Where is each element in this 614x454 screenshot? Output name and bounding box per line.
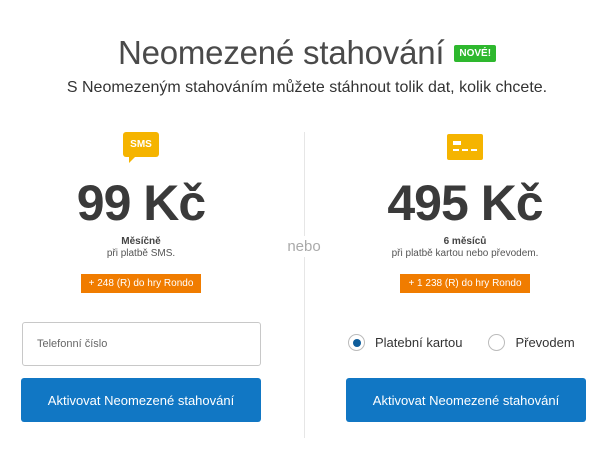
payment-method-options: Platební kartou Převodem — [348, 334, 601, 351]
card-plan: 495 Kč 6 měsíců při platbě kartou nebo p… — [324, 132, 606, 293]
card-price: 495 Kč — [387, 175, 543, 231]
sms-price: 99 Kč — [76, 175, 206, 231]
card-note: při platbě kartou nebo převodem. — [391, 248, 539, 259]
radio-transfer-payment[interactable]: Převodem — [488, 334, 575, 351]
radio-card-payment[interactable]: Platební kartou — [348, 334, 462, 351]
vertical-divider — [304, 132, 305, 438]
sms-plan: SMS 99 Kč Měsíčně při platbě SMS. + 248 … — [0, 132, 282, 293]
page-header: Neomezené stahování NOVÉ! — [0, 34, 614, 72]
or-separator: nebo — [278, 236, 330, 257]
activate-card-button[interactable]: Aktivovat Neomezené stahování — [346, 378, 586, 422]
page-title: Neomezené stahování — [117, 34, 445, 71]
title-row: Neomezené stahování NOVÉ! — [117, 34, 497, 72]
new-badge: NOVÉ! — [454, 44, 497, 62]
radio-transfer-dot[interactable] — [488, 334, 506, 351]
card-stripe — [453, 149, 477, 151]
radio-transfer-label: Převodem — [515, 335, 575, 350]
card-period: 6 měsíců — [443, 236, 487, 247]
page-subtitle: S Neomezeným stahováním můžete stáhnout … — [66, 79, 548, 96]
radio-card-dot[interactable] — [348, 334, 365, 351]
card-body — [447, 134, 483, 160]
card-chip — [453, 141, 461, 145]
sms-icon-label: SMS — [123, 132, 159, 157]
radio-card-label: Platební kartou — [375, 335, 463, 350]
sms-icon-tail — [129, 156, 136, 163]
card-bonus-badge: + 1 238 (R) do hry Rondo — [400, 274, 530, 293]
activate-sms-button[interactable]: Aktivovat Neomezené stahování — [21, 378, 261, 422]
sms-icon: SMS — [123, 132, 159, 164]
sms-note: při platbě SMS. — [106, 248, 176, 259]
phone-number-input[interactable] — [22, 322, 261, 366]
credit-card-icon — [447, 132, 483, 164]
sms-period: Měsíčně — [121, 236, 161, 247]
sms-bonus-badge: + 248 (R) do hry Rondo — [80, 274, 202, 293]
